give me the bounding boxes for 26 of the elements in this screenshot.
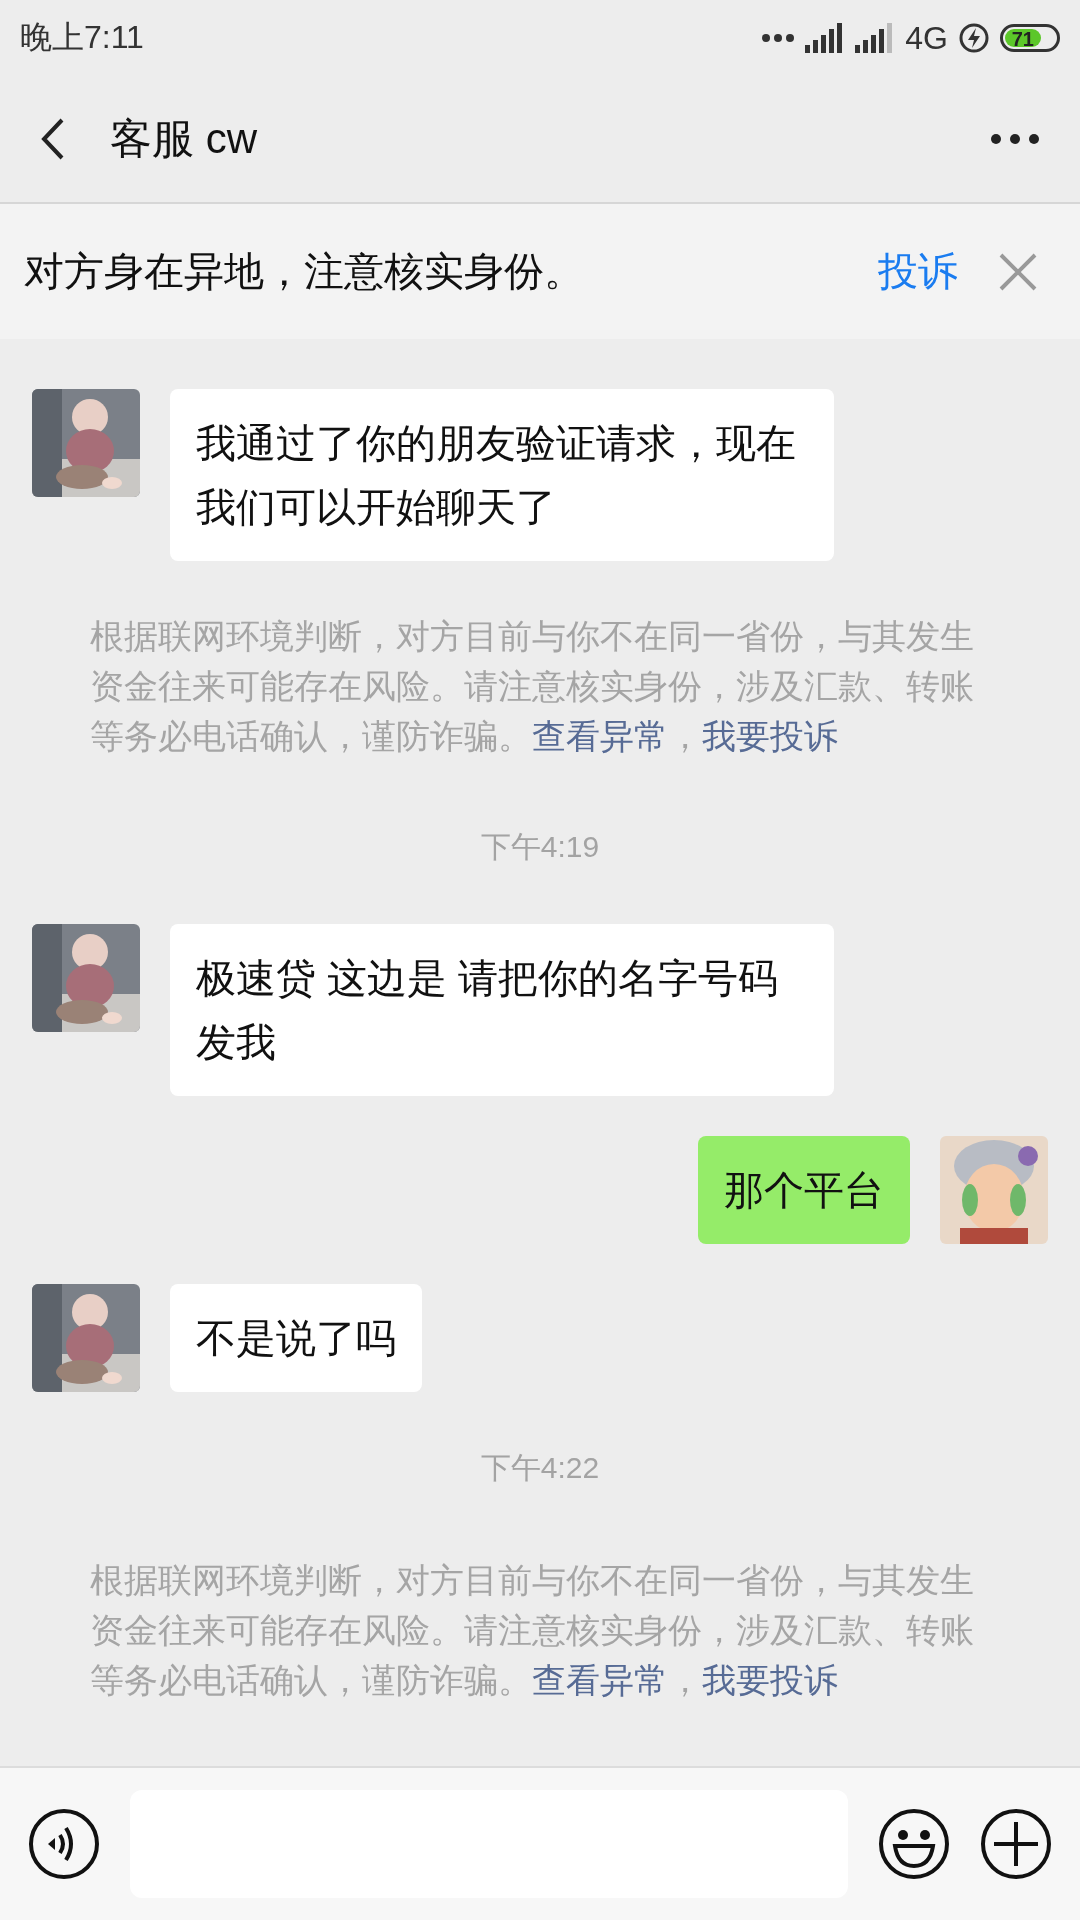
security-notice: 根据联网环境判断，对方目前与你不在同一省份，与其发生资金往来可能存在风险。请注意核实身份，涉及汇款、转账等务必电话确认，谨防诈骗。查看异常，我要投诉 <box>90 1560 975 1701</box>
message-bubble: 我通过了你的朋友验证请求，现在我们可以开始聊天了 <box>170 389 834 561</box>
network-label: 4G <box>905 19 948 57</box>
notice-link[interactable]: 查看异常 <box>532 717 668 755</box>
battery-indicator: 71 <box>1000 24 1060 52</box>
more-icon <box>761 32 796 44</box>
warning-text: 对方身在异地，注意核实身份。 <box>24 248 585 295</box>
more-icon[interactable] <box>990 133 1040 145</box>
message-bubble: 那个平台 <box>698 1136 910 1244</box>
voice-icon[interactable] <box>28 1808 100 1880</box>
notice-link[interactable]: 我要投诉 <box>702 1661 838 1699</box>
add-icon[interactable] <box>980 1808 1052 1880</box>
message-bubble: 极速贷 这边是 请把你的名字号码发我 <box>170 924 834 1096</box>
notice-link[interactable]: 查看异常 <box>532 1661 668 1699</box>
message-bubble: 不是说了吗 <box>170 1284 422 1392</box>
emoji-icon[interactable] <box>878 1808 950 1880</box>
back-icon[interactable] <box>40 117 66 161</box>
timestamp: 下午4:19 <box>480 830 600 863</box>
charging-icon <box>958 22 990 54</box>
notice-link[interactable]: 我要投诉 <box>702 717 838 755</box>
security-notice: 根据联网环境判断，对方目前与你不在同一省份，与其发生资金往来可能存在风险。请注意核实身份，涉及汇款、转账等务必电话确认，谨防诈骗。查看异常，我要投诉 <box>90 616 975 757</box>
status-time: 晚上7:11 <box>20 18 144 57</box>
timestamp: 下午4:22 <box>480 1451 600 1484</box>
report-link[interactable]: 投诉 <box>878 244 958 299</box>
close-icon[interactable] <box>998 251 1038 292</box>
chat-title: 客服 cw <box>110 114 258 164</box>
